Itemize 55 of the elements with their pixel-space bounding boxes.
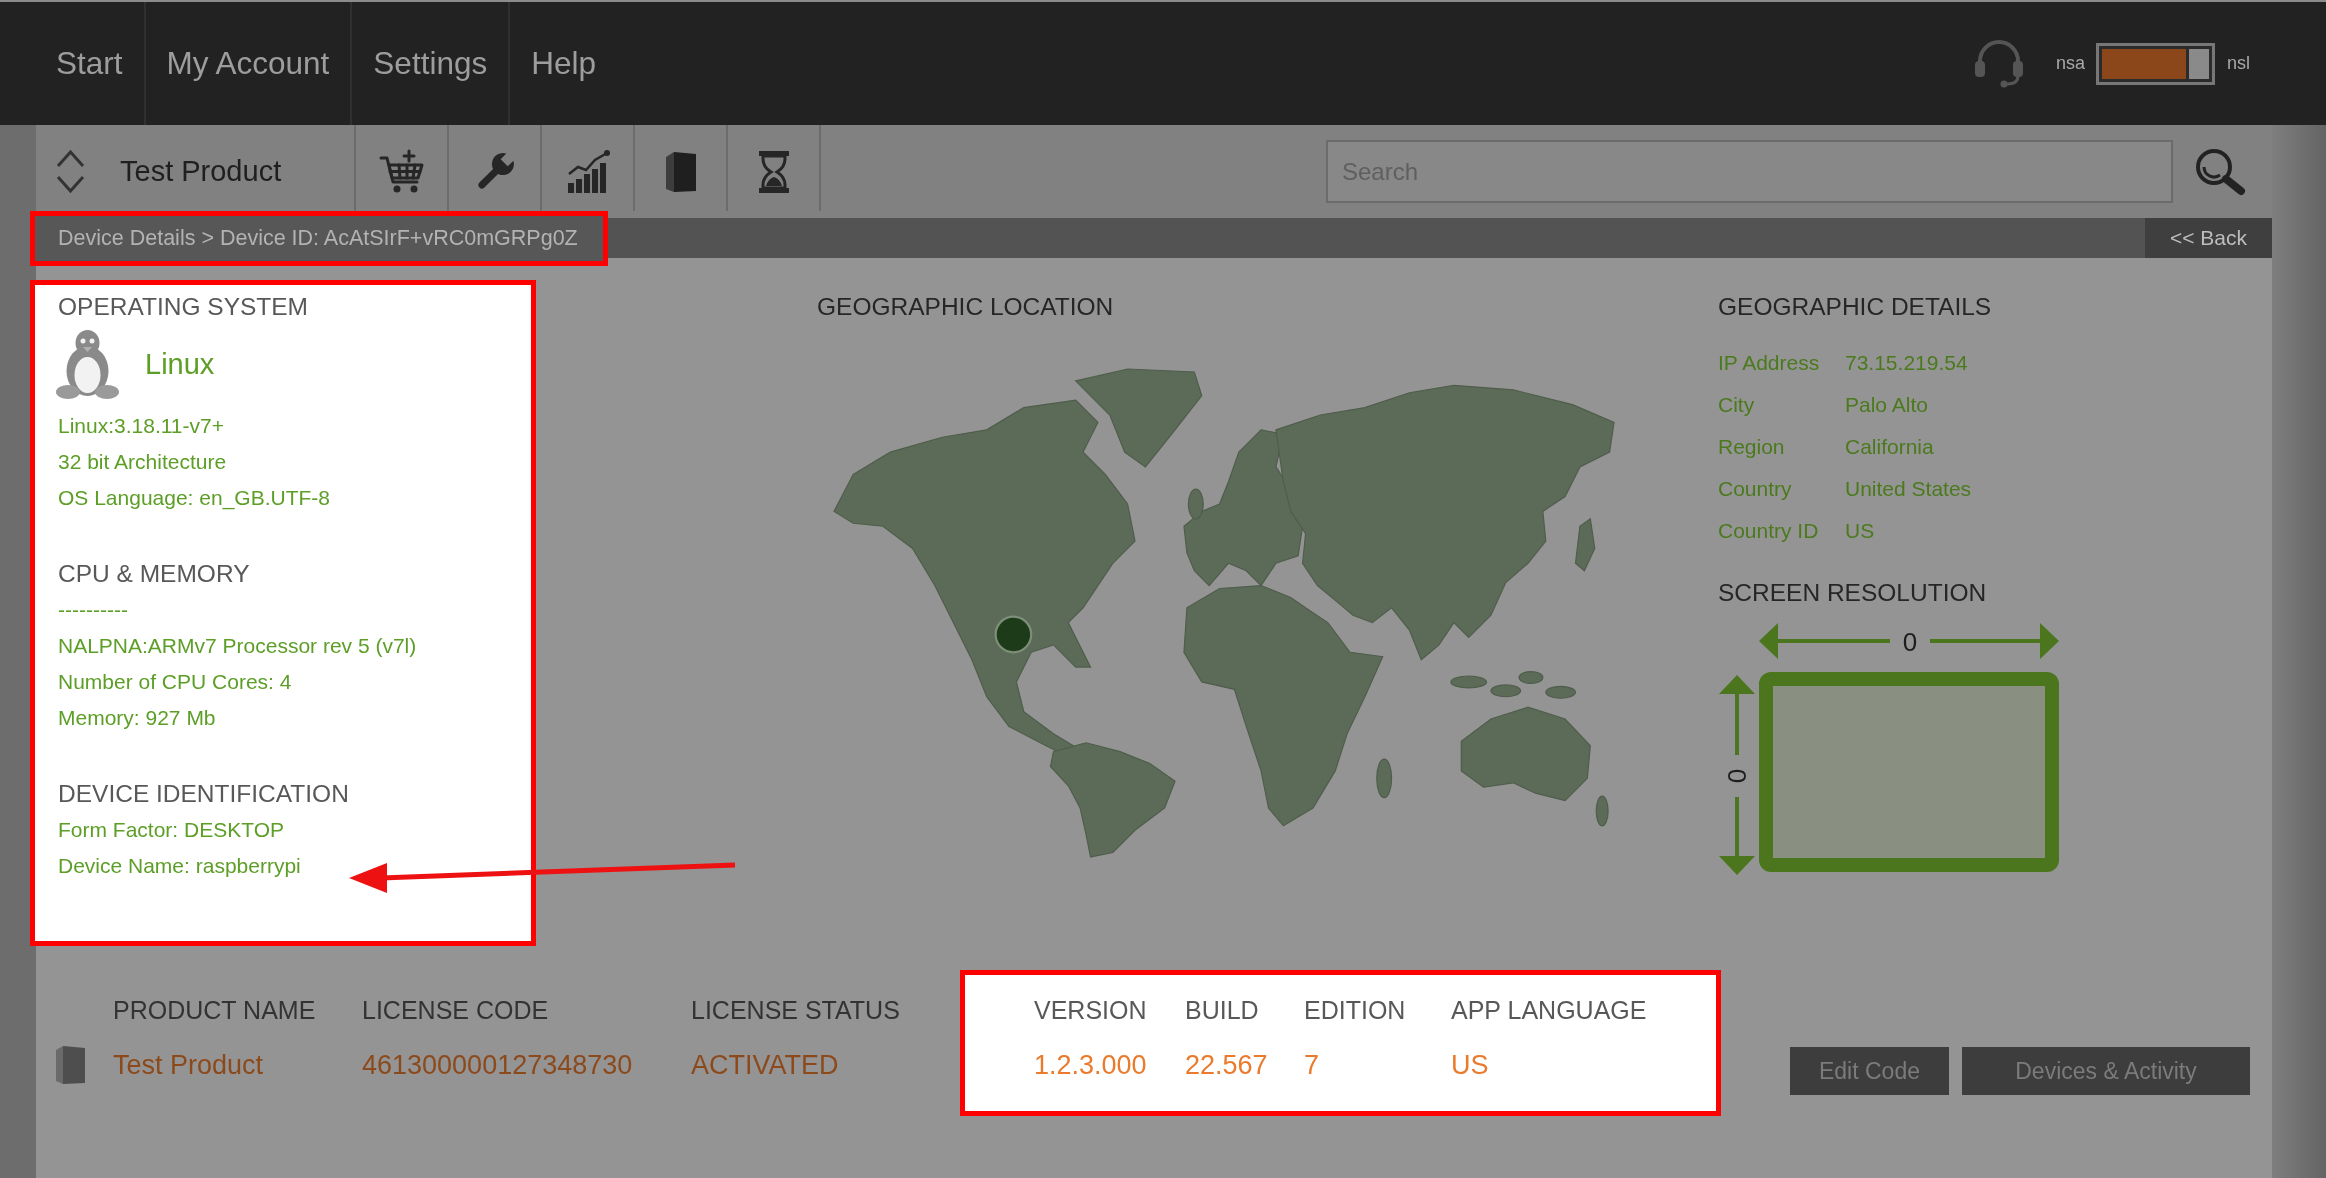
field-label: Region — [1718, 434, 1786, 460]
back-button[interactable]: << Back — [2145, 218, 2272, 258]
column-heading: PRODUCT NAME — [113, 995, 316, 1026]
switch-label: nsa — [2055, 53, 2085, 74]
field-label: IP Address — [1718, 350, 1821, 376]
column-heading: BUILD — [1185, 995, 1259, 1026]
column-heading: EDITION — [1304, 995, 1406, 1026]
column-heading: APP LANGUAGE — [1451, 995, 1647, 1026]
detail-text: NALPNA:ARMv7 Processor rev 5 (v7l) — [58, 633, 417, 659]
headset-icon[interactable] — [1972, 39, 2025, 88]
up-down-chevron-icon — [55, 147, 86, 196]
switch-label: nsl — [2227, 53, 2250, 74]
detail-text: OS Language: en_GB.UTF-8 — [58, 485, 330, 512]
column-heading: LICENSE CODE — [362, 995, 549, 1026]
detail-text: ---------- — [58, 597, 128, 623]
section-heading: CPU & MEMORY — [58, 559, 250, 589]
breadcrumb: Device Details > Device ID: AcAtSIrF+vRC0mGRPg0Z — [30, 210, 608, 266]
field-label: City — [1718, 392, 1756, 418]
field-label: Country — [1718, 476, 1793, 502]
column-value: US — [1451, 1049, 1489, 1082]
field-value: United States — [1845, 476, 1972, 502]
field-value: California — [1845, 434, 1935, 460]
toggle-switch[interactable] — [2096, 42, 2215, 85]
detail-text: Form Factor: DESKTOP — [58, 817, 284, 843]
detail-text: Number of CPU Cores: 4 — [58, 669, 292, 695]
column-value: 7 — [1304, 1049, 1320, 1082]
cart-plus-icon — [378, 148, 425, 195]
section-heading: GEOGRAPHIC LOCATION — [817, 292, 1114, 322]
column-value: Test Product — [113, 1049, 264, 1082]
detail-text: Memory: 927 Mb — [58, 705, 216, 731]
height-value: 0 — [1722, 768, 1752, 784]
field-value: US — [1845, 518, 1876, 544]
detail-text: 32 bit Architecture — [58, 449, 227, 475]
section-heading: SCREEN RESOLUTION — [1718, 578, 1987, 608]
search-icon[interactable] — [2193, 147, 2247, 196]
column-heading: VERSION — [1034, 995, 1147, 1026]
section-heading: OPERATING SYSTEM — [58, 292, 309, 322]
field-value: Palo Alto — [1845, 392, 1929, 418]
os-name: Linux — [145, 348, 215, 381]
book-icon — [56, 1046, 85, 1084]
width-value: 0 — [1902, 627, 1918, 657]
section-heading: DEVICE IDENTIFICATION — [58, 779, 349, 809]
detail-text: Device Name: raspberrypi — [58, 853, 301, 879]
column-heading: LICENSE STATUS — [691, 995, 900, 1026]
penguin-icon — [56, 329, 119, 400]
section-heading: GEOGRAPHIC DETAILS — [1718, 292, 1992, 322]
detail-text: Linux:3.18.11-v7+ — [58, 413, 224, 439]
menu-item[interactable]: Help — [510, 2, 617, 125]
field-label: Country ID — [1718, 518, 1820, 544]
location-marker-icon — [994, 615, 1033, 654]
field-value: 73.15.219.54 — [1845, 350, 1969, 376]
column-value: 22.567 — [1185, 1049, 1268, 1082]
column-value: ACTIVATED — [691, 1049, 839, 1082]
column-value: 461300000127348730 — [362, 1049, 633, 1082]
column-value: 1.2.3.000 — [1034, 1049, 1147, 1082]
